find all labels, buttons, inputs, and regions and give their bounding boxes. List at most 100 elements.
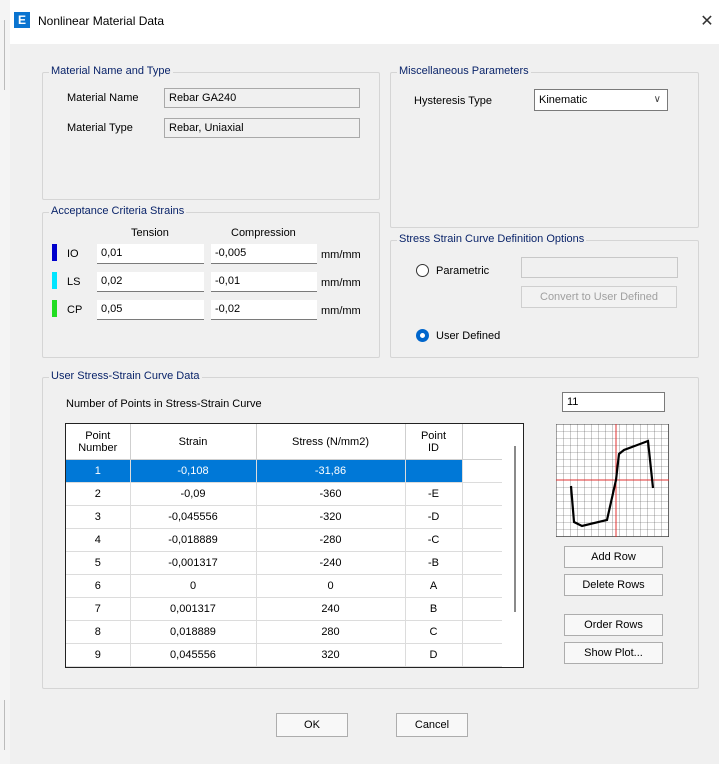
cell-point-id[interactable]: C xyxy=(405,620,463,644)
cp-color-swatch xyxy=(52,300,57,317)
material-group-title: Material Name and Type xyxy=(49,65,173,77)
header-point-id[interactable]: Point ID xyxy=(405,424,463,460)
cp-unit: mm/mm xyxy=(321,305,361,317)
cell-point-number[interactable]: 6 xyxy=(66,574,131,598)
order-rows-button[interactable]: Order Rows xyxy=(564,614,663,636)
cell-strain[interactable]: -0,018889 xyxy=(130,528,257,552)
header-point-number[interactable]: Point Number xyxy=(66,424,131,460)
cell-point-number[interactable]: 8 xyxy=(66,620,131,644)
cell-filler xyxy=(462,551,502,575)
table-row[interactable]: 4 -0,018889 -280 -C xyxy=(66,528,502,552)
cell-point-id[interactable]: B xyxy=(405,597,463,621)
hysteresis-type-value: Kinematic xyxy=(539,94,588,106)
cell-point-id[interactable]: -B xyxy=(405,551,463,575)
cell-filler xyxy=(462,459,502,483)
cell-strain[interactable]: -0,09 xyxy=(130,482,257,506)
ls-tension-field[interactable]: 0,02 xyxy=(97,272,204,292)
table-row[interactable]: 9 0,045556 320 D xyxy=(66,643,502,667)
misc-group-title: Miscellaneous Parameters xyxy=(397,65,531,77)
cell-point-id[interactable] xyxy=(405,459,463,483)
io-compression-field[interactable]: -0,005 xyxy=(211,244,317,264)
cell-strain[interactable]: 0 xyxy=(130,574,257,598)
ok-button[interactable]: OK xyxy=(276,713,348,737)
table-row[interactable]: 1 -0,108 -31,86 xyxy=(66,459,502,483)
show-plot-button[interactable]: Show Plot... xyxy=(564,642,663,664)
cp-compression-field[interactable]: -0,02 xyxy=(211,300,317,320)
io-tension-field[interactable]: 0,01 xyxy=(97,244,204,264)
stress-strain-curve-preview xyxy=(555,423,670,538)
cell-point-id[interactable]: -E xyxy=(405,482,463,506)
cell-stress[interactable]: -320 xyxy=(256,505,406,529)
acceptance-group-title: Acceptance Criteria Strains xyxy=(49,205,187,217)
header-stress[interactable]: Stress (N/mm2) xyxy=(256,424,406,460)
cell-filler xyxy=(462,505,502,529)
cell-point-id[interactable]: -D xyxy=(405,505,463,529)
cell-point-id[interactable]: D xyxy=(405,643,463,667)
cell-filler xyxy=(462,620,502,644)
cell-stress[interactable]: 0 xyxy=(256,574,406,598)
ls-compression-field[interactable]: -0,01 xyxy=(211,272,317,292)
cell-strain[interactable]: -0,045556 xyxy=(130,505,257,529)
app-logo-icon: E xyxy=(14,12,30,28)
cell-stress[interactable]: 320 xyxy=(256,643,406,667)
table-row[interactable]: 8 0,018889 280 C xyxy=(66,620,502,644)
cell-stress[interactable]: 240 xyxy=(256,597,406,621)
cell-point-number[interactable]: 9 xyxy=(66,643,131,667)
chevron-down-icon: ∨ xyxy=(653,94,661,105)
close-icon[interactable]: ✕ xyxy=(698,11,716,31)
window-title: Nonlinear Material Data xyxy=(38,14,165,28)
cell-stress[interactable]: -280 xyxy=(256,528,406,552)
cell-filler xyxy=(462,597,502,621)
cell-point-number[interactable]: 7 xyxy=(66,597,131,621)
background-edge-mark xyxy=(4,20,5,90)
cell-strain[interactable]: 0,045556 xyxy=(130,643,257,667)
cell-filler xyxy=(462,643,502,667)
curve-preview-svg xyxy=(555,423,670,538)
cancel-button[interactable]: Cancel xyxy=(396,713,468,737)
parametric-radio[interactable] xyxy=(416,264,429,277)
delete-rows-button[interactable]: Delete Rows xyxy=(564,574,663,596)
compression-header: Compression xyxy=(231,227,296,239)
stress-strain-grid: Point Number Strain Stress (N/mm2) Point… xyxy=(66,424,502,667)
cell-stress[interactable]: -240 xyxy=(256,551,406,575)
convert-to-user-defined-button[interactable]: Convert to User Defined xyxy=(521,286,677,308)
table-scrollbar-thumb[interactable] xyxy=(514,446,516,612)
cp-tension-field[interactable]: 0,05 xyxy=(97,300,204,320)
parametric-label: Parametric xyxy=(436,265,490,277)
user-defined-label: User Defined xyxy=(436,330,501,342)
io-label: IO xyxy=(67,248,79,260)
cell-point-id[interactable]: -C xyxy=(405,528,463,552)
user-defined-radio[interactable] xyxy=(416,329,429,342)
cell-stress[interactable]: -31,86 xyxy=(256,459,406,483)
curve-options-group-title: Stress Strain Curve Definition Options xyxy=(397,233,587,245)
table-row[interactable]: 3 -0,045556 -320 -D xyxy=(66,505,502,529)
num-points-field[interactable]: 11 xyxy=(562,392,665,412)
cell-point-number[interactable]: 5 xyxy=(66,551,131,575)
hysteresis-type-select[interactable]: Kinematic ∨ xyxy=(534,89,668,111)
table-row[interactable]: 5 -0,001317 -240 -B xyxy=(66,551,502,575)
cell-stress[interactable]: -360 xyxy=(256,482,406,506)
cell-strain[interactable]: 0,001317 xyxy=(130,597,257,621)
cell-point-number[interactable]: 4 xyxy=(66,528,131,552)
cell-point-number[interactable]: 2 xyxy=(66,482,131,506)
cell-point-number[interactable]: 3 xyxy=(66,505,131,529)
material-name-label: Material Name xyxy=(67,92,139,104)
cp-label: CP xyxy=(67,304,83,316)
table-row[interactable]: 7 0,001317 240 B xyxy=(66,597,502,621)
cell-point-number[interactable]: 1 xyxy=(66,459,131,483)
cell-stress[interactable]: 280 xyxy=(256,620,406,644)
material-name-field[interactable]: Rebar GA240 xyxy=(164,88,360,108)
cell-point-id[interactable]: A xyxy=(405,574,463,598)
cell-strain[interactable]: -0,001317 xyxy=(130,551,257,575)
add-row-button[interactable]: Add Row xyxy=(564,546,663,568)
cell-strain[interactable]: 0,018889 xyxy=(130,620,257,644)
table-row[interactable]: 2 -0,09 -360 -E xyxy=(66,482,502,506)
hysteresis-type-label: Hysteresis Type xyxy=(414,95,493,107)
io-color-swatch xyxy=(52,244,57,261)
table-scrollbar[interactable] xyxy=(512,438,518,628)
material-type-field[interactable]: Rebar, Uniaxial xyxy=(164,118,360,138)
header-point-id-text: Point ID xyxy=(420,429,447,454)
header-strain[interactable]: Strain xyxy=(130,424,257,460)
cell-strain[interactable]: -0,108 xyxy=(130,459,257,483)
table-row[interactable]: 6 0 0 A xyxy=(66,574,502,598)
